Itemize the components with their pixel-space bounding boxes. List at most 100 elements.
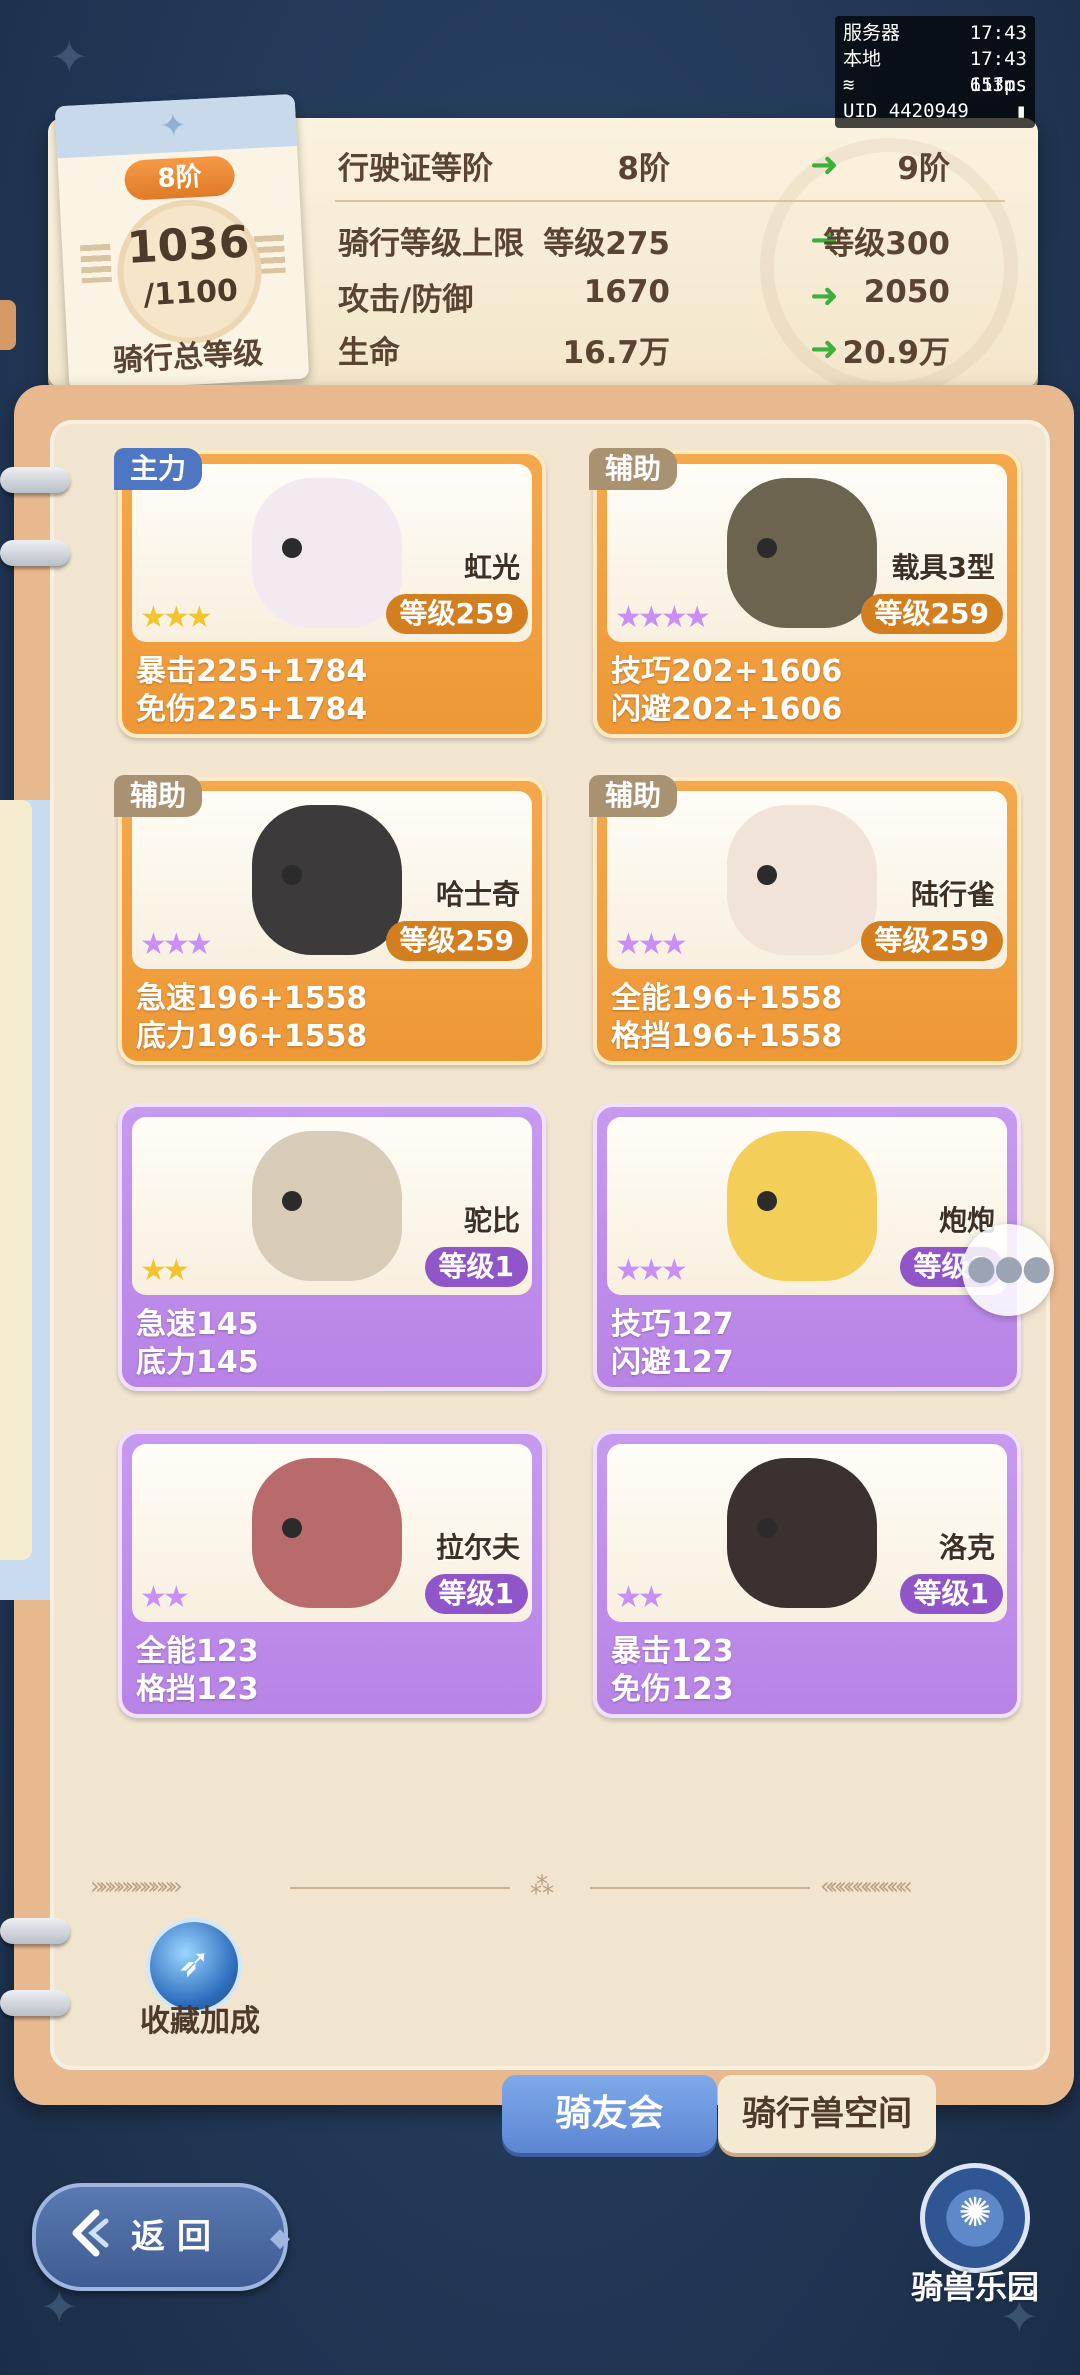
stat-next: 20.9万 <box>842 335 951 371</box>
star-rating: ★★★ <box>615 1253 688 1288</box>
wifi-icon: ≋ <box>843 74 855 96</box>
chevron-right-icon: »»»»»»»»»» <box>90 1872 183 1900</box>
divider <box>335 200 1005 202</box>
purple-star-icon: ★ <box>140 1580 167 1615</box>
stat-current: 8阶 <box>617 151 670 187</box>
star-icon: ✦ <box>158 105 188 145</box>
arrow-right-icon: ➜ <box>810 329 839 369</box>
mount-card[interactable]: 辅助 载具3型 ★★★★ 等级259 技巧202+1606 闪避202+1606 <box>589 448 1021 738</box>
back-label: 返回 <box>131 2217 223 2257</box>
mount-park-icon[interactable]: ✺ <box>920 2163 1030 2273</box>
purple-star-icon: ★ <box>140 927 167 962</box>
purple-star-icon: ★ <box>185 927 213 962</box>
eye <box>757 1191 777 1211</box>
eye <box>282 538 302 558</box>
purple-star-icon: ★ <box>660 927 688 962</box>
mount-name: 拉尔夫 <box>435 1531 520 1564</box>
assist-mount-tag: 辅助 <box>589 775 678 817</box>
purple-star-icon: ★ <box>615 1253 642 1288</box>
mount-creature-image <box>252 1458 402 1608</box>
notebook-edge <box>0 300 16 350</box>
mount-creature-image <box>252 805 402 955</box>
uid: UID 4420949 <box>843 100 969 122</box>
mount-stat-secondary: 格挡123 <box>136 1672 259 1707</box>
star-rating: ★★★ <box>615 927 688 962</box>
star-rating: ★★★ <box>140 600 213 635</box>
mount-stat-secondary: 免伤123 <box>611 1672 734 1707</box>
network-row: ≋ 153ms 61fps <box>843 72 1027 98</box>
stat-row-level-cap: 骑行等级上限 等级275 ➜ 等级300 <box>290 218 990 268</box>
purple-star-icon: ★ <box>660 600 688 635</box>
chat-icon: ●●● <box>966 1248 1051 1288</box>
server-label: 服务器 <box>843 22 901 44</box>
binder-ring <box>0 1984 76 2020</box>
assist-mount-tag: 辅助 <box>114 775 203 817</box>
star-rating: ★★ <box>140 1580 190 1615</box>
gold-star-icon: ★ <box>140 600 167 635</box>
chat-bubble-button[interactable]: ●●● <box>962 1224 1054 1316</box>
gold-star-icon: ★ <box>162 600 190 635</box>
purple-star-icon: ★ <box>637 600 665 635</box>
total-riding-level-card[interactable]: ✦ 8阶 1036 /1100 骑行总等级 <box>54 93 310 392</box>
mount-level-badge: 等级1 <box>424 1247 528 1287</box>
stat-next: 2050 <box>863 274 950 310</box>
eye <box>282 1191 302 1211</box>
stat-next: 等级300 <box>823 226 950 262</box>
divider-line <box>290 1887 510 1889</box>
stat-current: 等级275 <box>543 226 670 262</box>
diamond-icon: ◆ <box>270 2223 290 2253</box>
stat-label: 骑行等级上限 <box>338 226 524 262</box>
mount-stat-secondary: 免伤225+1784 <box>136 692 368 727</box>
eye <box>757 538 777 558</box>
ornament-icon: ⁂ <box>530 1872 554 1900</box>
level-circle: 1036 /1100 <box>113 195 266 348</box>
server-time-row: 服务器 17:43 <box>843 20 1027 46</box>
back-button[interactable]: 返回 ◆ <box>32 2183 290 2291</box>
assist-mount-tag: 辅助 <box>589 448 678 490</box>
wing-left-icon <box>80 243 112 284</box>
mount-name: 载具3型 <box>891 551 995 584</box>
mount-park-label[interactable]: 骑兽乐园 <box>880 2262 1070 2308</box>
stat-row-license-tier: 行驶证等阶 8阶 ➜ 9阶 <box>290 143 990 193</box>
tab-mount-space[interactable]: 骑行兽空间 <box>718 2075 936 2153</box>
stat-row-hp: 生命 16.7万 ➜ 20.9万 <box>290 327 990 377</box>
mount-stat-secondary: 底力145 <box>136 1345 259 1380</box>
mount-creature-image <box>727 805 877 955</box>
stat-label: 生命 <box>338 335 400 371</box>
mount-card[interactable]: 辅助 哈士奇 ★★★ 等级259 急速196+1558 底力196+1558 <box>114 775 546 1065</box>
mount-stat-secondary: 格挡196+1558 <box>611 1019 843 1054</box>
eye <box>282 1518 302 1538</box>
tab-riding-club[interactable]: 骑友会 <box>502 2075 717 2153</box>
eye <box>282 865 302 885</box>
side-sheet <box>0 800 32 1560</box>
eye <box>757 865 777 885</box>
purple-star-icon: ★ <box>660 1253 688 1288</box>
mount-card[interactable]: 炮炮 ★★★ 等级1 技巧127 闪避127 <box>593 1103 1021 1391</box>
mount-card[interactable]: 驼比 ★★ 等级1 急速145 底力145 <box>118 1103 546 1391</box>
stat-row-attack-defense: 攻击/防御 1670 ➜ 2050 <box>290 274 990 324</box>
divider-line <box>590 1887 810 1889</box>
mount-card[interactable]: 辅助 陆行雀 ★★★ 等级259 全能196+1558 格挡196+1558 <box>589 775 1021 1065</box>
mount-card[interactable]: 主力 虹光 ★★★ 等级259 暴击225+1784 免伤225+1784 <box>114 448 546 738</box>
mount-name: 驼比 <box>463 1204 520 1237</box>
stat-current: 1670 <box>583 274 670 310</box>
purple-star-icon: ★ <box>637 1253 665 1288</box>
local-label: 本地 <box>843 48 882 70</box>
mount-creature-image <box>727 1458 877 1608</box>
purple-star-icon: ★ <box>637 927 665 962</box>
gold-star-icon: ★ <box>162 1253 190 1288</box>
mount-stat-secondary: 闪避127 <box>611 1345 734 1380</box>
mount-card[interactable]: 拉尔夫 ★★ 等级1 全能123 格挡123 <box>118 1430 546 1718</box>
mount-level-badge: 等级259 <box>860 921 1003 961</box>
purple-star-icon: ★ <box>637 1580 665 1615</box>
collection-bonus-label[interactable]: 收藏加成 <box>120 1996 280 2040</box>
purple-star-icon: ★ <box>162 927 190 962</box>
mount-stat-secondary: 底力196+1558 <box>136 1019 368 1054</box>
mount-name: 陆行雀 <box>910 878 995 911</box>
mount-level-badge: 等级259 <box>385 921 528 961</box>
purple-star-icon: ★ <box>615 1580 642 1615</box>
star-rating: ★★★★ <box>615 600 711 635</box>
back-arrow-icon <box>72 2209 109 2257</box>
mount-name: 哈士奇 <box>435 878 520 911</box>
mount-card[interactable]: 洛克 ★★ 等级1 暴击123 免伤123 <box>593 1430 1021 1718</box>
